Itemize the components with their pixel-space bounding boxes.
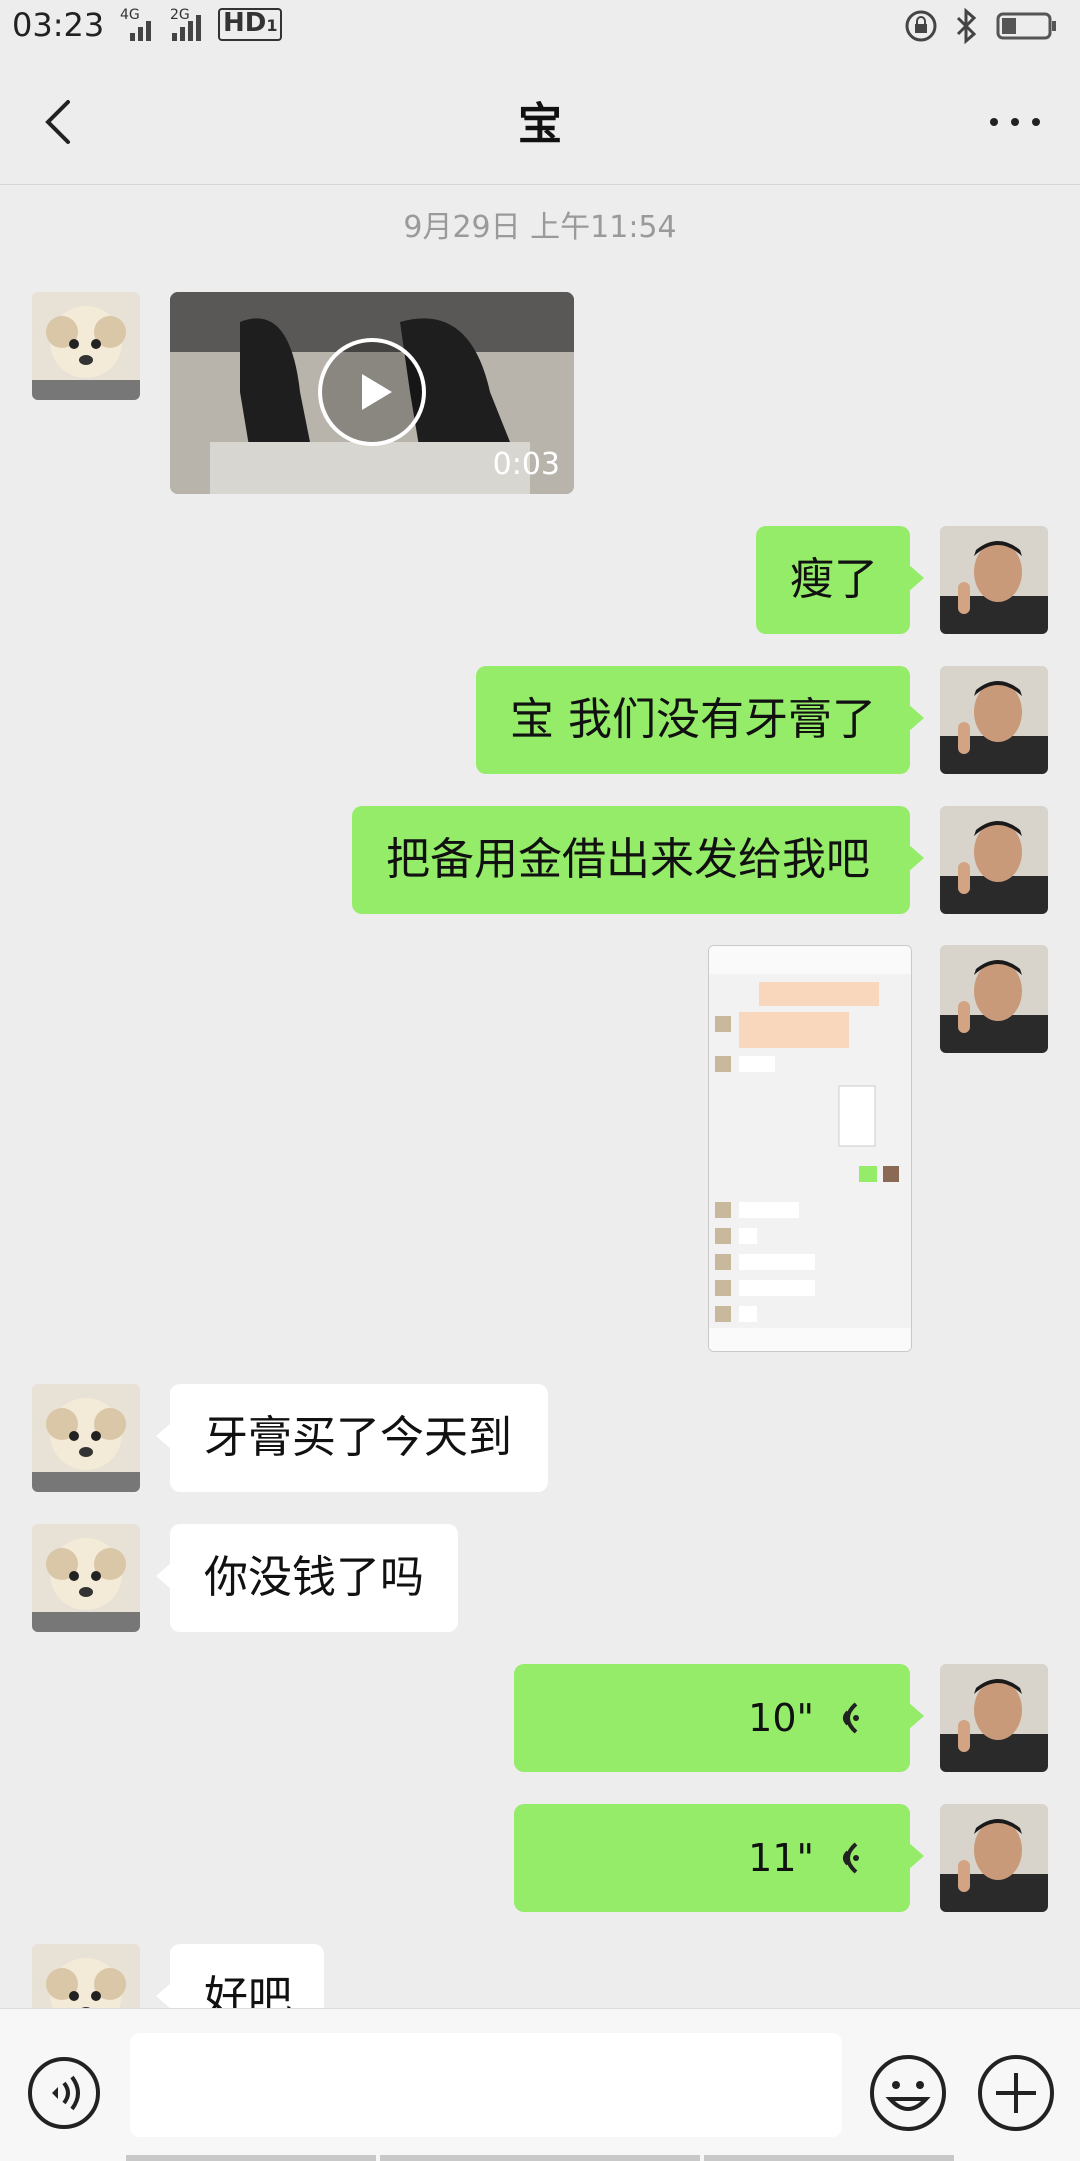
avatar[interactable]	[940, 806, 1048, 914]
bluetooth-icon	[956, 8, 977, 44]
message-bubble[interactable]: 瘦了	[756, 526, 924, 634]
play-icon	[362, 374, 392, 410]
network-label-2g: 2G	[170, 7, 190, 23]
avatar[interactable]	[32, 292, 140, 400]
signal-icon: 2G	[168, 7, 208, 41]
image-message[interactable]	[708, 945, 912, 1352]
avatar[interactable]	[940, 666, 1048, 774]
avatar[interactable]	[940, 1804, 1048, 1912]
voice-duration: 10"	[748, 1696, 814, 1740]
signal-icon: 4G	[118, 7, 158, 41]
avatar[interactable]	[940, 945, 1048, 1053]
chat-header: 宝	[0, 56, 1080, 185]
voice-input-toggle-icon[interactable]	[26, 2055, 102, 2131]
status-bar: 03:23 4G 2G HD1	[0, 0, 1080, 56]
input-bar	[0, 2008, 1080, 2161]
hd-icon: HD1	[218, 8, 283, 41]
voice-message[interactable]: 10"	[514, 1664, 924, 1772]
network-label-4g: 4G	[120, 7, 140, 23]
avatar[interactable]	[940, 1664, 1048, 1772]
voice-duration: 11"	[748, 1836, 814, 1880]
battery-icon	[996, 12, 1056, 40]
voice-message[interactable]: 11"	[514, 1804, 924, 1912]
message-input[interactable]	[130, 2033, 842, 2137]
lock-rotation-icon	[905, 10, 937, 42]
emoji-icon[interactable]	[868, 2053, 948, 2133]
nav-indicator	[126, 2155, 376, 2161]
avatar[interactable]	[32, 1524, 140, 1632]
avatar[interactable]	[940, 526, 1048, 634]
chat-title: 宝	[518, 99, 562, 150]
nav-indicator	[380, 2155, 700, 2161]
more-options-icon[interactable]	[980, 92, 1050, 152]
message-bubble[interactable]: 牙膏买了今天到	[156, 1384, 548, 1492]
play-button[interactable]	[318, 338, 426, 446]
message-bubble[interactable]: 把备用金借出来发给我吧	[352, 806, 924, 914]
plus-icon[interactable]	[976, 2053, 1056, 2133]
avatar[interactable]	[32, 1384, 140, 1492]
voice-wave-icon	[843, 1842, 859, 1874]
message-bubble[interactable]: 你没钱了吗	[156, 1524, 458, 1632]
video-message[interactable]: 0:03	[170, 292, 574, 494]
video-duration: 0:03	[492, 447, 560, 482]
message-timestamp: 9月29日 上午11:54	[403, 210, 677, 245]
nav-indicator	[704, 2155, 954, 2161]
voice-wave-icon	[843, 1702, 859, 1734]
status-time: 03:23	[12, 6, 105, 44]
message-bubble[interactable]: 宝 我们没有牙膏了	[476, 666, 924, 774]
